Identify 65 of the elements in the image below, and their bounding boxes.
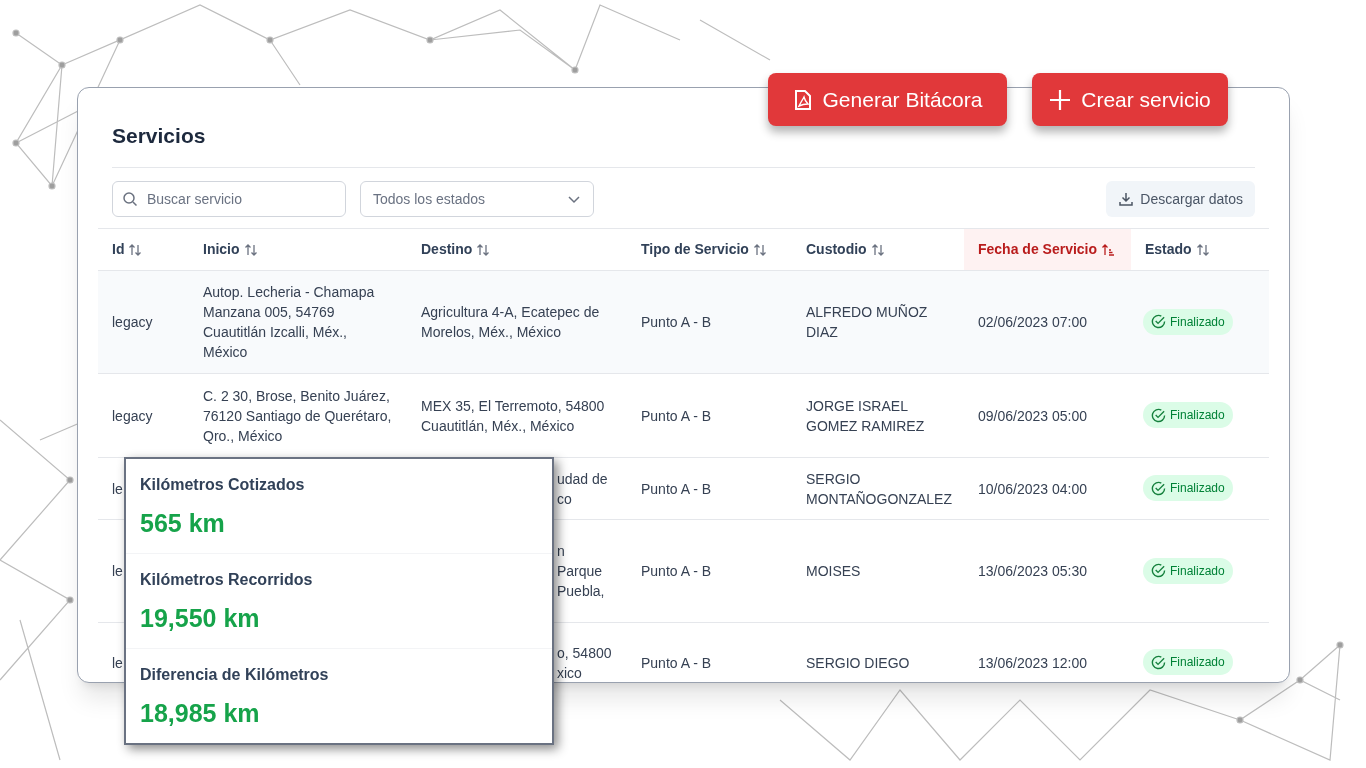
table-cell-text: 10/06/2023 04:00 xyxy=(978,479,1088,499)
status-badge: Finalizado xyxy=(1143,649,1233,676)
metric-label: Kilómetros Cotizados xyxy=(140,475,306,495)
table-cell-text: Agricultura 4-A, Ecatepec de Morelos, Méx., México xyxy=(421,303,601,342)
status-dropdown[interactable]: Todos los estados xyxy=(360,181,594,217)
table-cell-text: Punto A - B xyxy=(641,313,713,332)
column-header[interactable]: Inicio xyxy=(189,228,407,271)
plus-icon xyxy=(1049,88,1072,111)
table-cell-text: Punto A - B xyxy=(641,479,713,499)
status-badge: Finalizado xyxy=(1143,475,1233,502)
table-cell-text: Punto A - B xyxy=(641,562,713,581)
search-icon xyxy=(122,191,138,207)
table-cell-text: 02/06/2023 07:00 xyxy=(978,313,1088,332)
column-header[interactable]: Id xyxy=(98,228,189,271)
sort-icon xyxy=(243,242,258,257)
metric-label: Diferencia de Kilómetros xyxy=(140,665,330,685)
table-cell-text: le xyxy=(112,653,124,673)
table-cell-text: legacy xyxy=(112,313,154,332)
table-cell-text: n Parque Puebla, xyxy=(557,542,606,601)
sort-icon xyxy=(752,242,767,257)
check-circle-icon xyxy=(1151,480,1166,496)
table-cell-text: MEX 35, El Terremoto, 54800 Cuautitlán, Méx., México xyxy=(421,396,606,436)
generate-log-button[interactable]: Generar Bitácora xyxy=(768,73,1007,126)
table-cell-text: udad de co xyxy=(557,469,609,509)
check-circle-icon xyxy=(1151,654,1166,670)
sort-ascending-icon xyxy=(1101,242,1116,257)
table-cell-text: 09/06/2023 05:00 xyxy=(978,406,1088,426)
sort-icon xyxy=(870,242,885,257)
column-header[interactable]: Fecha de Servicio xyxy=(964,228,1131,271)
create-service-button[interactable]: Crear servicio xyxy=(1032,73,1228,126)
table-cell-text: MOISES xyxy=(806,562,862,581)
pdf-file-icon xyxy=(792,88,813,111)
table-cell-text: Punto A - B xyxy=(641,406,713,426)
sort-icon xyxy=(128,242,143,257)
status-badge: Finalizado xyxy=(1143,402,1233,429)
search-field[interactable]: Buscar servicio xyxy=(112,181,346,217)
download-icon xyxy=(1118,191,1135,207)
column-header[interactable]: Estado xyxy=(1131,228,1269,271)
column-header[interactable]: Custodio xyxy=(792,228,964,271)
table-cell-text: ALFREDO MUÑOZ DIAZ xyxy=(806,303,929,342)
status-badge: Finalizado xyxy=(1143,308,1233,335)
column-header[interactable]: Destino xyxy=(407,228,627,271)
table-cell-text: SERGIO MONTAÑOGONZALEZ xyxy=(806,469,950,509)
table-cell-text: 13/06/2023 12:00 xyxy=(978,653,1088,673)
metric-value: 19,550 km xyxy=(140,603,261,634)
metric-value: 565 km xyxy=(140,508,226,539)
metric-label: Kilómetros Recorridos xyxy=(140,570,314,590)
check-circle-icon xyxy=(1151,407,1166,423)
table-cell-text: o, 54800 xico xyxy=(557,643,613,682)
check-circle-icon xyxy=(1151,314,1166,330)
table-cell-text: legacy xyxy=(112,406,154,426)
column-header[interactable]: Tipo de Servicio xyxy=(627,228,792,271)
table-cell-text: 13/06/2023 05:30 xyxy=(978,562,1088,581)
sort-icon xyxy=(476,242,491,257)
table-cell-text: C. 2 30, Brose, Benito Juárez, 76120 Santiago de Querétaro, Qro., México xyxy=(203,386,393,446)
card-title: Servicios xyxy=(112,123,207,149)
metric-value: 18,985 km xyxy=(140,698,261,729)
sort-icon xyxy=(1195,242,1210,257)
table-cell-text: JORGE ISRAEL GOMEZ RAMIREZ xyxy=(806,396,926,436)
check-circle-icon xyxy=(1151,563,1166,579)
table-cell-text: Autop. Lecheria - Chamapa Manzana 005, 54769 Cuautitlán Izcalli, Méx., México xyxy=(203,283,376,362)
table-cell-text: Punto A - B xyxy=(641,653,713,673)
status-badge: Finalizado xyxy=(1143,557,1233,584)
download-button[interactable]: Descargar datos xyxy=(1106,181,1255,217)
table-cell-text: SERGIO DIEGO xyxy=(806,653,911,673)
